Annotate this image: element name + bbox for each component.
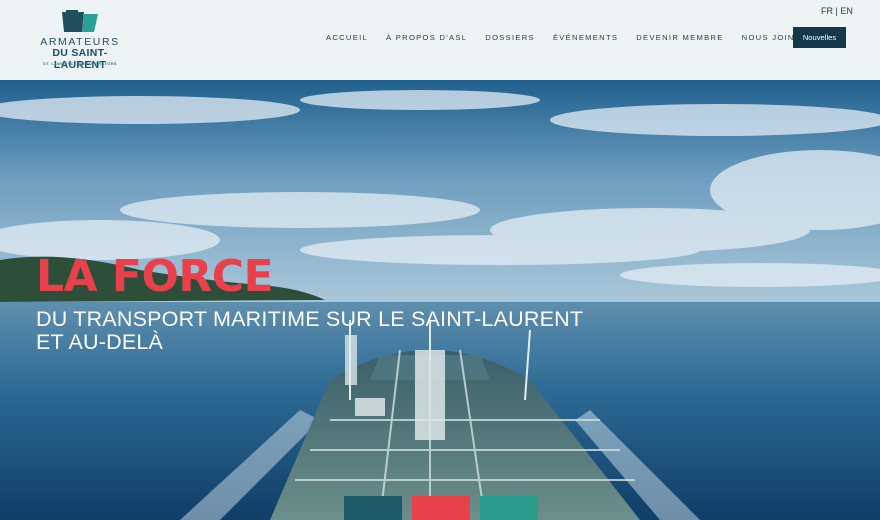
hero-subtitle: DU TRANSPORT MARITIME SUR LE SAINT-LAURE… [36,308,583,354]
language-switcher: FR | EN [821,6,853,16]
lang-fr-link[interactable]: FR [821,6,833,16]
nav-item-dossiers[interactable]: DOSSIERS [485,33,535,42]
logo[interactable]: ARMATEURS DU SAINT-LAURENT ST. LAWRENCE … [34,6,126,71]
main-nav: ACCUEIL À PROPOS D'ASL DOSSIERS ÉVÉNEMEN… [326,33,815,42]
nav-item-evenements[interactable]: ÉVÉNEMENTS [553,33,618,42]
feature-tile-2[interactable] [412,496,470,520]
hero-banner: LA FORCE DU TRANSPORT MARITIME SUR LE SA… [0,80,880,520]
site-header: ARMATEURS DU SAINT-LAURENT ST. LAWRENCE … [0,0,880,80]
feature-tile-1[interactable] [344,496,402,520]
ship-logo-icon [62,10,98,32]
nav-item-a-propos[interactable]: À PROPOS D'ASL [386,33,467,42]
feature-tile-3[interactable] [480,496,538,520]
nav-item-accueil[interactable]: ACCUEIL [326,33,368,42]
nav-item-devenir-membre[interactable]: DEVENIR MEMBRE [636,33,723,42]
logo-text-line3: ST. LAWRENCE SHIPOPERATORS [43,61,117,66]
news-button[interactable]: Nouvelles [793,27,846,48]
hero-subtitle-line1: DU TRANSPORT MARITIME SUR LE SAINT-LAURE… [36,307,584,331]
logo-text-line2: DU SAINT-LAURENT [52,47,108,71]
lang-en-link[interactable]: EN [840,6,853,16]
hero-subtitle-line2: ET AU-DELÀ [36,330,164,354]
hero-title: LA FORCE [36,251,274,302]
